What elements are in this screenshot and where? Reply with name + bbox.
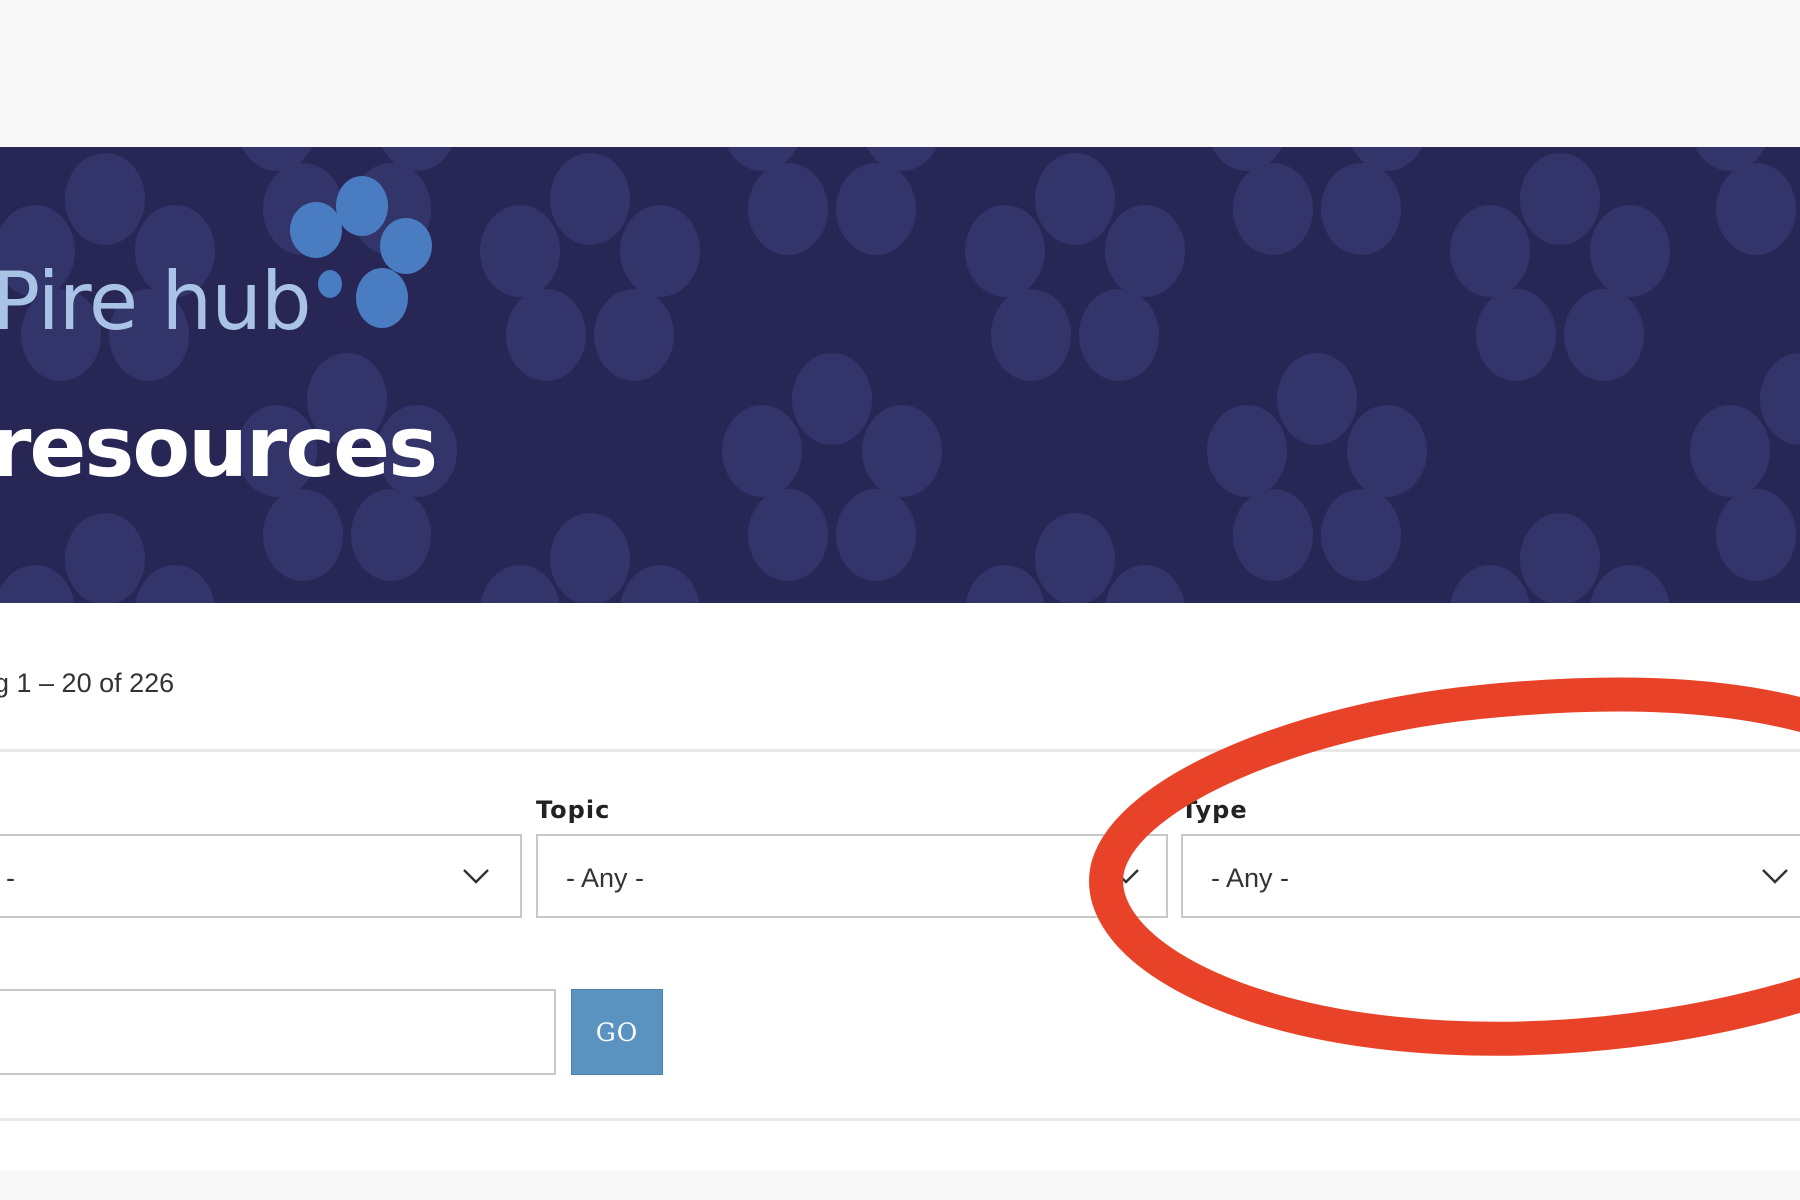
results-count: g 1 – 20 of 226 [0,668,175,698]
page: Pire hub resources g 1 – 20 of 226 - Top… [0,0,1800,1200]
hero-banner [0,147,1800,603]
first-filter-select[interactable]: - [0,834,522,918]
browser-top-strip [0,0,1800,147]
filter-divider-top [0,749,1800,752]
topic-filter-label: Topic [536,796,611,824]
page-bottom-strip [0,1170,1800,1200]
go-button[interactable]: GO [571,989,663,1075]
site-logo-text[interactable]: Pire hub [0,262,312,342]
topic-filter-value: - Any - [566,863,645,893]
filter-divider-bottom [0,1118,1800,1121]
chevron-down-icon [1762,869,1788,884]
chevron-down-icon [1113,869,1139,884]
page-title: resources [0,398,438,496]
flower-pattern [0,147,1800,603]
topic-filter-select[interactable]: - Any - [536,834,1168,918]
chevron-down-icon [463,869,489,884]
first-filter-value: - [6,863,15,893]
type-filter-select[interactable]: - Any - [1181,834,1800,918]
search-input[interactable] [0,989,556,1075]
type-filter-value: - Any - [1211,863,1290,893]
flower-logo-icon [290,176,432,328]
type-filter-label: Type [1181,796,1248,824]
